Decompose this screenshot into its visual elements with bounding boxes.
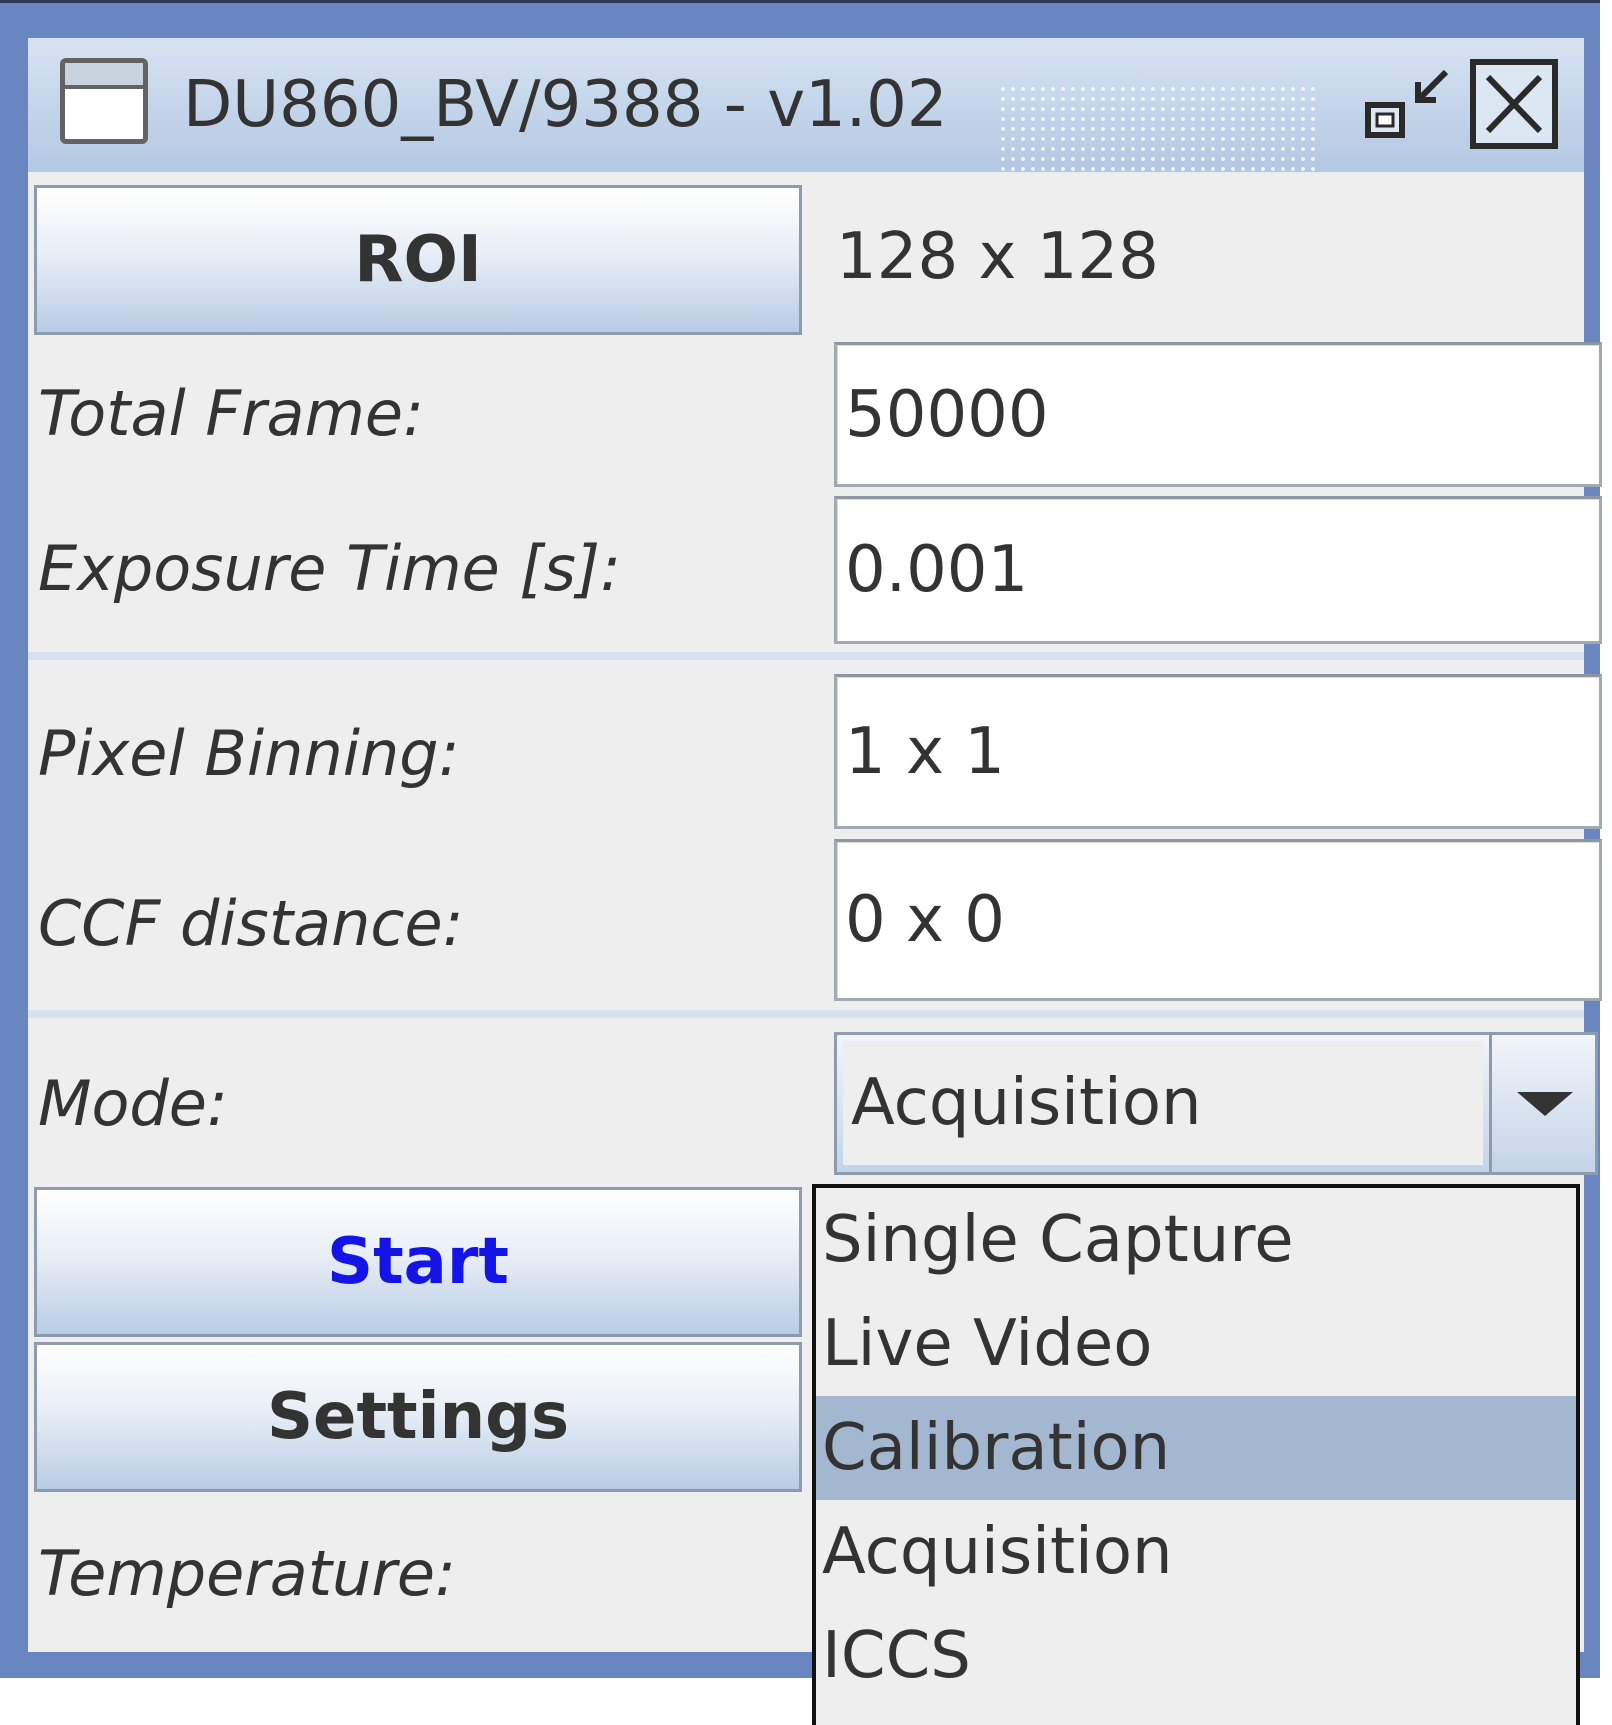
mode-label: Mode: [38,1067,228,1140]
total-frame-label: Total Frame: [38,377,424,450]
mode-dropdown-list: Single Capture Live Video Calibration Ac… [812,1184,1580,1725]
roi-value: 128 x 128 [824,182,1578,332]
temperature-label: Temperature: [38,1537,456,1610]
pixel-binning-input[interactable]: 1 x 1 [834,674,1602,829]
title-grip-texture [998,84,1318,180]
ccf-distance-label: CCF distance: [38,887,464,960]
app-window-icon[interactable] [60,58,148,144]
title-bar[interactable]: DU860_BV/9388 - v1.02 [28,38,1584,180]
mode-option-calibration[interactable]: Calibration [816,1396,1576,1500]
start-button-label: Start [326,1225,510,1299]
close-icon[interactable] [1470,59,1558,149]
total-frame-input[interactable]: 50000 [834,342,1602,487]
mode-option-single-capture[interactable]: Single Capture [816,1188,1576,1292]
pixel-binning-label: Pixel Binning: [38,717,460,790]
start-button[interactable]: Start [34,1187,802,1337]
settings-button-label: Settings [266,1380,570,1454]
mode-option-live-video[interactable]: Live Video [816,1292,1576,1396]
mode-option-iccs[interactable]: ICCS [816,1604,1576,1708]
roi-button[interactable]: ROI [34,185,802,335]
ccf-distance-input[interactable]: 0 x 0 [834,839,1602,1001]
exposure-time-input[interactable]: 0.001 [834,496,1602,644]
roi-button-label: ROI [354,223,482,297]
mode-option-acquisition[interactable]: Acquisition [816,1500,1576,1604]
chevron-down-icon [1517,1091,1573,1116]
mode-select[interactable]: Acquisition [834,1032,1598,1175]
iconify-icon[interactable] [1358,60,1458,150]
exposure-time-label: Exposure Time [s]: [38,532,622,605]
window-title: DU860_BV/9388 - v1.02 [183,68,948,142]
section-divider [28,652,1584,660]
settings-button[interactable]: Settings [34,1342,802,1492]
mode-dropdown-button[interactable] [1489,1035,1598,1172]
mode-selected-value: Acquisition [843,1041,1483,1165]
section-divider [28,1010,1584,1018]
